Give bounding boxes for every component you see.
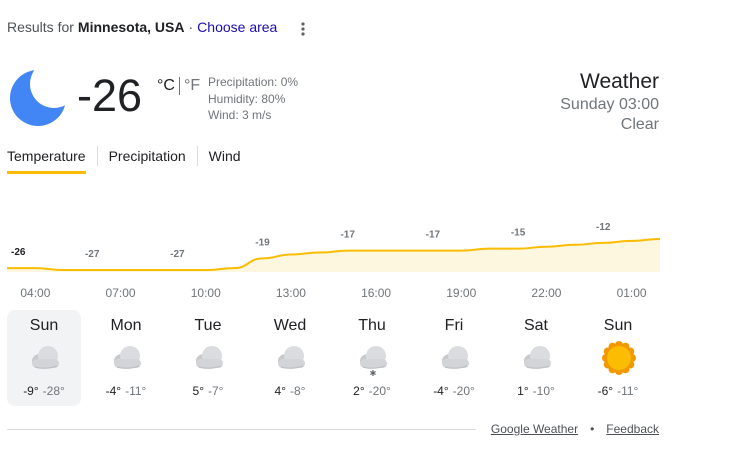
footer-divider	[7, 429, 476, 430]
tab-temperature[interactable]: Temperature	[7, 145, 86, 174]
day-name: Sun	[603, 317, 633, 334]
snow-cloud-icon	[360, 346, 387, 376]
cloud-icon	[278, 346, 305, 369]
tab-precipitation[interactable]: Precipitation	[109, 145, 186, 174]
hour-ticks: 04:00 07:00 10:00 13:00 16:00 19:00 22:00 01:00	[0, 286, 751, 302]
unit-divider	[178, 77, 180, 95]
cloud-icon	[442, 346, 469, 369]
day-name: Tue	[194, 317, 222, 334]
fahrenheit-toggle[interactable]: °F	[184, 77, 200, 95]
results-prefix: Results for	[7, 19, 74, 35]
hour-label: 22:00	[531, 286, 562, 300]
tab-divider	[96, 146, 98, 166]
cloud-icon	[32, 346, 59, 369]
day-name: Fri	[444, 317, 464, 334]
high-temp: -6°	[597, 384, 614, 398]
location-name: Minnesota, USA	[77, 19, 185, 35]
tab-wind[interactable]: Wind	[209, 145, 241, 174]
temperature-label: -19	[255, 237, 270, 248]
chart-tabs: Temperature Precipitation Wind	[7, 145, 241, 174]
forecast-day[interactable]: Sun -6° -11°	[581, 310, 655, 406]
forecast-day[interactable]: Mon -4° -11°	[89, 310, 163, 406]
day-name: Wed	[273, 317, 307, 334]
temperature-label: -27	[85, 249, 100, 260]
high-temp: 4°	[274, 384, 286, 398]
temperature-label: -17	[340, 230, 355, 241]
low-temp: -11°	[125, 384, 147, 398]
more-options-icon[interactable]	[296, 20, 310, 38]
celsius-toggle[interactable]: °C	[157, 77, 175, 95]
high-temp: -4°	[433, 384, 449, 398]
current-stats: Precipitation: 0% Humidity: 80% Wind: 3 …	[208, 74, 298, 124]
day-temps: 4° -8°	[253, 384, 327, 398]
forecast-day[interactable]: Sat 1° -10°	[499, 310, 573, 406]
high-temp: 2°	[353, 384, 365, 398]
day-temps: 5° -7°	[171, 384, 245, 398]
footer: Google Weather • Feedback	[491, 422, 659, 436]
day-temps: 2° -20°	[335, 384, 409, 398]
current-temperature: -26	[77, 70, 143, 121]
temperature-label: -12	[596, 222, 611, 233]
hour-label: 10:00	[190, 286, 221, 300]
hour-label: 04:00	[20, 286, 51, 300]
footer-dot: •	[590, 422, 595, 436]
results-header: Results for Minnesota, USA · Choose area	[7, 19, 277, 35]
day-temps: -4° -20°	[417, 384, 491, 398]
high-temp: 5°	[192, 384, 204, 398]
high-temp: -9°	[23, 384, 39, 398]
temperature-label: -17	[426, 230, 441, 241]
low-temp: -10°	[532, 384, 555, 398]
cloud-icon	[196, 346, 223, 369]
day-name: Sun	[29, 317, 59, 334]
high-temp: -4°	[105, 384, 122, 398]
low-temp: -8°	[290, 384, 306, 398]
forecast-day[interactable]: Thu 2° -20°	[335, 310, 409, 406]
day-temps: -4° -11°	[89, 384, 163, 398]
hour-label: 01:00	[616, 286, 647, 300]
day-temps: 1° -10°	[499, 384, 573, 398]
precipitation-stat: Precipitation: 0%	[208, 75, 299, 89]
day-name: Thu	[358, 317, 386, 334]
high-temp: 1°	[517, 384, 529, 398]
google-weather-link[interactable]: Google Weather	[491, 422, 578, 436]
day-name: Sat	[523, 317, 548, 334]
sun-icon	[602, 341, 636, 375]
weather-condition: Clear	[620, 116, 659, 133]
day-temps: -6° -11°	[581, 384, 655, 398]
low-temp: -20°	[368, 384, 391, 398]
low-temp: -20°	[452, 384, 475, 398]
feedback-link[interactable]: Feedback	[606, 422, 659, 436]
temperature-chart: -26 -27 -27 -19 -17 -17 -15 -12	[7, 222, 660, 272]
separator: ·	[188, 19, 194, 35]
temperature-area	[7, 238, 660, 272]
tab-divider	[196, 146, 198, 166]
temperature-label: -27	[170, 249, 185, 260]
weather-day-time: Sunday 03:00	[560, 96, 659, 113]
forecast-day[interactable]: Fri -4° -20°	[417, 310, 491, 406]
temperature-label: -26	[11, 247, 26, 258]
daily-forecast: Sun -9° -28° Mon -4° -11° Tue 5° -7° Wed 4°…	[7, 310, 663, 406]
forecast-day[interactable]: Sun -9° -28°	[7, 310, 81, 406]
hour-label: 19:00	[446, 286, 477, 300]
humidity-stat: Humidity: 80%	[208, 91, 286, 106]
weather-title: Weather	[580, 70, 659, 93]
hour-label: 07:00	[105, 286, 136, 300]
choose-area-link[interactable]: Choose area	[197, 19, 277, 35]
cloud-icon	[524, 346, 551, 369]
unit-toggle: °C °F	[157, 77, 200, 95]
cloud-icon	[114, 346, 141, 369]
low-temp: -28°	[42, 384, 65, 398]
forecast-day[interactable]: Tue 5° -7°	[171, 310, 245, 406]
low-temp: -7°	[208, 384, 224, 398]
day-temps: -9° -28°	[7, 384, 81, 398]
day-name: Mon	[110, 317, 142, 334]
hour-label: 13:00	[275, 286, 306, 300]
moon-icon	[10, 70, 66, 126]
low-temp: -11°	[617, 384, 639, 398]
forecast-day[interactable]: Wed 4° -8°	[253, 310, 327, 406]
temperature-label: -15	[511, 228, 526, 239]
wind-stat: Wind: 3 m/s	[208, 108, 272, 122]
hour-label: 16:00	[361, 286, 392, 300]
